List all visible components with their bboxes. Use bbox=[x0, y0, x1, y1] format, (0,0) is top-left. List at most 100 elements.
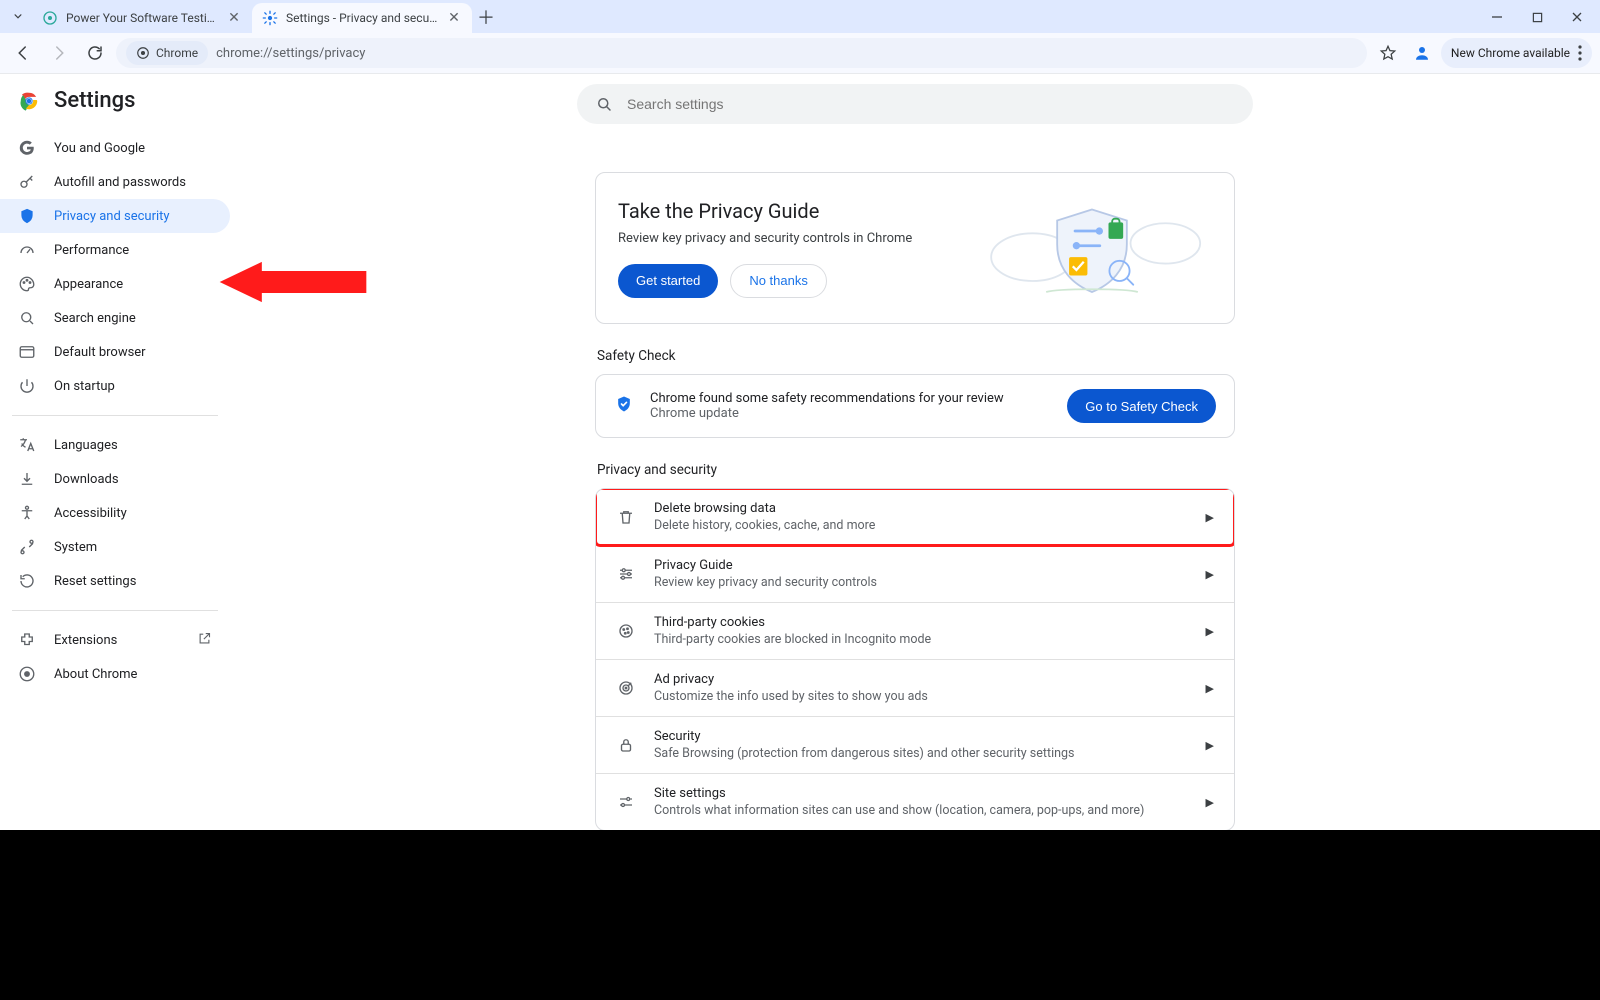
nav-autofill[interactable]: Autofill and passwords bbox=[0, 165, 230, 199]
no-thanks-button[interactable]: No thanks bbox=[730, 264, 827, 298]
guide-title: Take the Privacy Guide bbox=[618, 199, 952, 223]
nav-default-browser[interactable]: Default browser bbox=[0, 335, 230, 369]
nav-on-startup[interactable]: On startup bbox=[0, 369, 230, 403]
row-privacy-guide[interactable]: Privacy Guide Review key privacy and secu… bbox=[596, 545, 1234, 602]
update-chip-label: New Chrome available bbox=[1451, 46, 1570, 60]
sidebar: Settings You and Google Autofill and pas… bbox=[0, 74, 230, 831]
row-title: Privacy Guide bbox=[654, 558, 1188, 573]
safety-line2: Chrome update bbox=[650, 406, 1051, 421]
extension-icon bbox=[18, 631, 36, 649]
privacy-list: Delete browsing dataDelete history, cook… bbox=[595, 488, 1235, 831]
guide-illustration bbox=[972, 193, 1212, 303]
nav-label: Privacy and security bbox=[54, 209, 170, 224]
google-icon bbox=[18, 139, 36, 157]
safety-heading: Safety Check bbox=[597, 348, 1235, 364]
go-to-safety-check-button[interactable]: Go to Safety Check bbox=[1067, 389, 1216, 423]
shield-icon bbox=[18, 207, 36, 225]
kebab-icon bbox=[1578, 45, 1582, 61]
tab-favicon-gear-icon bbox=[262, 10, 278, 26]
profile-button[interactable] bbox=[1407, 38, 1437, 68]
search-icon bbox=[18, 309, 36, 327]
tab-2[interactable]: Settings - Privacy and security ✕ bbox=[252, 3, 472, 33]
chrome-icon bbox=[136, 46, 150, 60]
chevron-right-icon: ▶ bbox=[1206, 625, 1214, 638]
settings-search[interactable] bbox=[577, 84, 1253, 124]
row-delete-browsing-data[interactable]: Delete browsing dataDelete history, cook… bbox=[596, 489, 1234, 545]
back-button[interactable] bbox=[8, 38, 38, 68]
settings-title: Settings bbox=[54, 88, 135, 113]
tab-1[interactable]: Power Your Software Testing wi ✕ bbox=[32, 3, 252, 33]
power-icon bbox=[18, 377, 36, 395]
chevron-right-icon: ▶ bbox=[1206, 796, 1214, 809]
nav-label: Accessibility bbox=[54, 506, 127, 521]
content-area: Take the Privacy Guide Review key privac… bbox=[230, 74, 1600, 831]
nav-downloads[interactable]: Downloads bbox=[0, 462, 230, 496]
browser-icon bbox=[18, 343, 36, 361]
nav-label: About Chrome bbox=[54, 667, 137, 682]
external-link-icon bbox=[197, 631, 212, 650]
settings-search-input[interactable] bbox=[625, 95, 1235, 113]
nav-performance[interactable]: Performance bbox=[0, 233, 230, 267]
nav-appearance[interactable]: Appearance bbox=[0, 267, 230, 301]
nav-extensions[interactable]: Extensions bbox=[0, 623, 230, 657]
browser-toolbar: Chrome chrome://settings/privacy New Chr… bbox=[0, 33, 1600, 74]
ads-icon bbox=[616, 678, 636, 698]
chevron-right-icon: ▶ bbox=[1206, 568, 1214, 581]
nav-accessibility[interactable]: Accessibility bbox=[0, 496, 230, 530]
tab-title: Power Your Software Testing wi bbox=[66, 11, 218, 25]
nav-divider bbox=[12, 610, 218, 611]
row-third-party-cookies[interactable]: Third-party cookiesThird-party cookies a… bbox=[596, 602, 1234, 659]
nav-privacy-security[interactable]: Privacy and security bbox=[0, 199, 230, 233]
row-site-settings[interactable]: Site settingsControls what information s… bbox=[596, 773, 1234, 830]
chevron-right-icon: ▶ bbox=[1206, 682, 1214, 695]
close-icon[interactable]: ✕ bbox=[446, 10, 462, 26]
nav-search-engine[interactable]: Search engine bbox=[0, 301, 230, 335]
nav-languages[interactable]: Languages bbox=[0, 428, 230, 462]
nav-group-2: Languages Downloads Accessibility System… bbox=[0, 424, 230, 602]
shield-check-icon bbox=[614, 394, 634, 418]
row-security[interactable]: SecuritySafe Browsing (protection from d… bbox=[596, 716, 1234, 773]
reset-icon bbox=[18, 572, 36, 590]
nav-label: You and Google bbox=[54, 141, 145, 156]
tab-search-dropdown[interactable] bbox=[4, 2, 32, 30]
maximize-button[interactable] bbox=[1522, 5, 1552, 29]
row-ad-privacy[interactable]: Ad privacyCustomize the info used by sit… bbox=[596, 659, 1234, 716]
omnibox[interactable]: Chrome chrome://settings/privacy bbox=[116, 38, 1367, 68]
nav-label: Performance bbox=[54, 243, 129, 258]
chrome-update-chip[interactable]: New Chrome available bbox=[1441, 38, 1592, 68]
guide-subtitle: Review key privacy and security controls… bbox=[618, 231, 952, 246]
close-icon[interactable]: ✕ bbox=[226, 10, 242, 26]
chrome-logo-icon bbox=[18, 90, 40, 112]
close-window-button[interactable] bbox=[1562, 5, 1592, 29]
nav-label: Languages bbox=[54, 438, 118, 453]
new-tab-button[interactable]: ＋ bbox=[472, 3, 500, 31]
settings-app: Settings You and Google Autofill and pas… bbox=[0, 74, 1600, 831]
get-started-button[interactable]: Get started bbox=[618, 264, 718, 298]
nav-label: Default browser bbox=[54, 345, 146, 360]
nav-label: On startup bbox=[54, 379, 115, 394]
tune-icon bbox=[616, 792, 636, 812]
forward-button[interactable] bbox=[44, 38, 74, 68]
chrome-outline-icon bbox=[18, 665, 36, 683]
minimize-button[interactable] bbox=[1482, 5, 1512, 29]
nav-about[interactable]: About Chrome bbox=[0, 657, 230, 691]
site-chip[interactable]: Chrome bbox=[126, 41, 208, 65]
nav-you-and-google[interactable]: You and Google bbox=[0, 131, 230, 165]
reload-button[interactable] bbox=[80, 38, 110, 68]
speedometer-icon bbox=[18, 241, 36, 259]
tab-favicon-app-icon bbox=[42, 10, 58, 26]
row-title: Site settings bbox=[654, 786, 1188, 801]
row-title: Ad privacy bbox=[654, 672, 1188, 687]
nav-label: Autofill and passwords bbox=[54, 175, 186, 190]
bookmark-button[interactable] bbox=[1373, 38, 1403, 68]
search-icon bbox=[595, 95, 613, 113]
row-title: Delete browsing data bbox=[654, 501, 1188, 516]
row-title: Security bbox=[654, 729, 1188, 744]
row-sub: Review key privacy and security controls bbox=[654, 575, 1188, 590]
nav-label: Search engine bbox=[54, 311, 136, 326]
nav-group-3: Extensions About Chrome bbox=[0, 619, 230, 695]
chevron-right-icon: ▶ bbox=[1206, 739, 1214, 752]
nav-system[interactable]: System bbox=[0, 530, 230, 564]
download-icon bbox=[18, 470, 36, 488]
nav-reset[interactable]: Reset settings bbox=[0, 564, 230, 598]
